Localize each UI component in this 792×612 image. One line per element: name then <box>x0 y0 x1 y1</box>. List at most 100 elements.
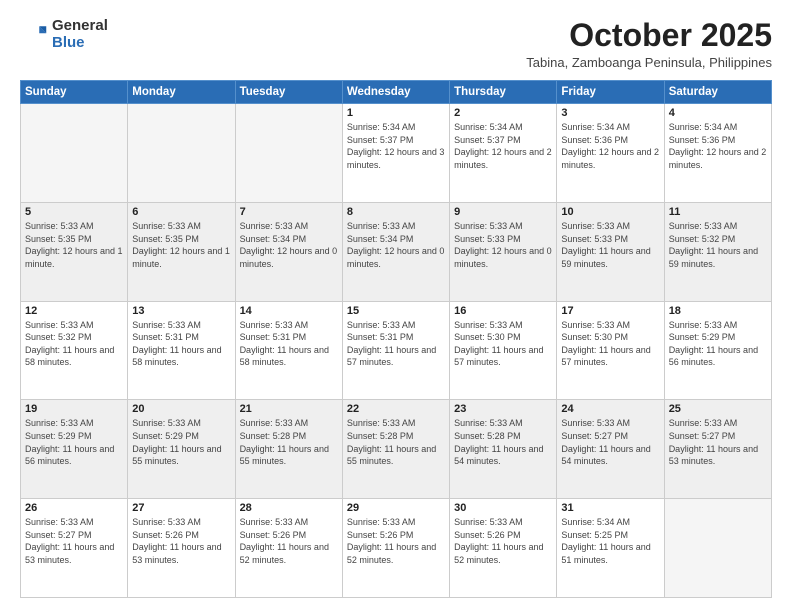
calendar-col-header: Wednesday <box>342 81 449 104</box>
day-number: 31 <box>561 502 659 514</box>
logo-general-text: General <box>52 18 108 35</box>
logo-text: General Blue <box>52 18 108 51</box>
calendar-cell: 8 Sunrise: 5:33 AM Sunset: 5:34 PM Daylig… <box>342 202 449 301</box>
calendar-col-header: Saturday <box>664 81 771 104</box>
calendar-col-header: Tuesday <box>235 81 342 104</box>
calendar-cell: 9 Sunrise: 5:33 AM Sunset: 5:33 PM Daylig… <box>450 202 557 301</box>
day-number: 23 <box>454 403 552 415</box>
day-number: 13 <box>132 305 230 317</box>
day-info: Sunrise: 5:34 AM Sunset: 5:36 PM Dayligh… <box>669 121 767 171</box>
calendar-cell: 24Sunrise: 5:33 AM Sunset: 5:27 PM Dayli… <box>557 400 664 499</box>
calendar-cell: 20 Sunrise: 5:33 AM Sunset: 5:29 PM Dayli… <box>128 400 235 499</box>
calendar-cell: 27 Sunrise: 5:33 AM Sunset: 5:26 PM Dayli… <box>128 499 235 598</box>
calendar-cell: 31 Sunrise: 5:34 AM Sunset: 5:25 PM Dayli… <box>557 499 664 598</box>
calendar-cell: 7 Sunrise: 5:33 AM Sunset: 5:34 PM Daylig… <box>235 202 342 301</box>
calendar-cell: 14Sunrise: 5:33 AM Sunset: 5:31 PM Dayli… <box>235 301 342 400</box>
calendar-week-row: 5 Sunrise: 5:33 AM Sunset: 5:35 PM Daylig… <box>21 202 772 301</box>
day-info: Sunrise: 5:34 AM Sunset: 5:36 PM Dayligh… <box>561 121 659 171</box>
calendar-week-row: 12Sunrise: 5:33 AM Sunset: 5:32 PM Dayli… <box>21 301 772 400</box>
day-info: Sunrise: 5:33 AM Sunset: 5:27 PM Dayligh… <box>25 516 123 566</box>
day-info: Sunrise: 5:33 AM Sunset: 5:26 PM Dayligh… <box>132 516 230 566</box>
title-area: October 2025 Tabina, Zamboanga Peninsula… <box>526 18 772 70</box>
calendar-col-header: Friday <box>557 81 664 104</box>
calendar-cell: 2 Sunrise: 5:34 AM Sunset: 5:37 PM Daylig… <box>450 104 557 203</box>
day-number: 27 <box>132 502 230 514</box>
calendar-cell: 29Sunrise: 5:33 AM Sunset: 5:26 PM Dayli… <box>342 499 449 598</box>
calendar-header-row: SundayMondayTuesdayWednesdayThursdayFrid… <box>21 81 772 104</box>
day-number: 29 <box>347 502 445 514</box>
calendar-cell: 22 Sunrise: 5:33 AM Sunset: 5:28 PM Dayli… <box>342 400 449 499</box>
day-info: Sunrise: 5:33 AM Sunset: 5:28 PM Dayligh… <box>240 417 338 467</box>
day-number: 3 <box>561 107 659 119</box>
day-info: Sunrise: 5:34 AM Sunset: 5:37 PM Dayligh… <box>347 121 445 171</box>
calendar-cell: 30 Sunrise: 5:33 AM Sunset: 5:26 PM Dayli… <box>450 499 557 598</box>
day-number: 8 <box>347 206 445 218</box>
calendar-week-row: 26Sunrise: 5:33 AM Sunset: 5:27 PM Dayli… <box>21 499 772 598</box>
calendar-cell: 5 Sunrise: 5:33 AM Sunset: 5:35 PM Daylig… <box>21 202 128 301</box>
day-number: 19 <box>25 403 123 415</box>
calendar-cell <box>21 104 128 203</box>
day-number: 7 <box>240 206 338 218</box>
day-number: 18 <box>669 305 767 317</box>
day-number: 2 <box>454 107 552 119</box>
day-number: 25 <box>669 403 767 415</box>
day-number: 1 <box>347 107 445 119</box>
day-info: Sunrise: 5:33 AM Sunset: 5:31 PM Dayligh… <box>347 319 445 369</box>
day-info: Sunrise: 5:33 AM Sunset: 5:35 PM Dayligh… <box>25 220 123 270</box>
day-number: 20 <box>132 403 230 415</box>
day-info: Sunrise: 5:33 AM Sunset: 5:33 PM Dayligh… <box>454 220 552 270</box>
calendar-cell: 18 Sunrise: 5:33 AM Sunset: 5:29 PM Dayli… <box>664 301 771 400</box>
day-info: Sunrise: 5:33 AM Sunset: 5:31 PM Dayligh… <box>132 319 230 369</box>
day-info: Sunrise: 5:33 AM Sunset: 5:31 PM Dayligh… <box>240 319 338 369</box>
calendar-week-row: 1 Sunrise: 5:34 AM Sunset: 5:37 PM Daylig… <box>21 104 772 203</box>
day-info: Sunrise: 5:34 AM Sunset: 5:37 PM Dayligh… <box>454 121 552 171</box>
day-info: Sunrise: 5:33 AM Sunset: 5:35 PM Dayligh… <box>132 220 230 270</box>
day-number: 22 <box>347 403 445 415</box>
calendar-cell: 16 Sunrise: 5:33 AM Sunset: 5:30 PM Dayli… <box>450 301 557 400</box>
header: General Blue October 2025 Tabina, Zamboa… <box>20 18 772 70</box>
calendar-cell <box>128 104 235 203</box>
calendar-col-header: Sunday <box>21 81 128 104</box>
day-number: 9 <box>454 206 552 218</box>
calendar-cell: 10 Sunrise: 5:33 AM Sunset: 5:33 PM Dayli… <box>557 202 664 301</box>
day-info: Sunrise: 5:33 AM Sunset: 5:29 PM Dayligh… <box>25 417 123 467</box>
calendar-cell: 19 Sunrise: 5:33 AM Sunset: 5:29 PM Dayli… <box>21 400 128 499</box>
day-info: Sunrise: 5:34 AM Sunset: 5:25 PM Dayligh… <box>561 516 659 566</box>
calendar-cell: 4 Sunrise: 5:34 AM Sunset: 5:36 PM Daylig… <box>664 104 771 203</box>
calendar-cell: 13 Sunrise: 5:33 AM Sunset: 5:31 PM Dayli… <box>128 301 235 400</box>
day-info: Sunrise: 5:33 AM Sunset: 5:30 PM Dayligh… <box>454 319 552 369</box>
day-number: 5 <box>25 206 123 218</box>
day-number: 21 <box>240 403 338 415</box>
day-number: 4 <box>669 107 767 119</box>
day-info: Sunrise: 5:33 AM Sunset: 5:29 PM Dayligh… <box>669 319 767 369</box>
calendar-cell: 23Sunrise: 5:33 AM Sunset: 5:28 PM Dayli… <box>450 400 557 499</box>
calendar-cell: 25 Sunrise: 5:33 AM Sunset: 5:27 PM Dayli… <box>664 400 771 499</box>
day-number: 17 <box>561 305 659 317</box>
logo-blue-text: Blue <box>52 35 108 52</box>
day-info: Sunrise: 5:33 AM Sunset: 5:26 PM Dayligh… <box>240 516 338 566</box>
day-info: Sunrise: 5:33 AM Sunset: 5:28 PM Dayligh… <box>347 417 445 467</box>
calendar-cell: 15 Sunrise: 5:33 AM Sunset: 5:31 PM Dayli… <box>342 301 449 400</box>
day-number: 6 <box>132 206 230 218</box>
calendar-cell: 3 Sunrise: 5:34 AM Sunset: 5:36 PM Daylig… <box>557 104 664 203</box>
day-info: Sunrise: 5:33 AM Sunset: 5:26 PM Dayligh… <box>454 516 552 566</box>
day-info: Sunrise: 5:33 AM Sunset: 5:32 PM Dayligh… <box>25 319 123 369</box>
day-info: Sunrise: 5:33 AM Sunset: 5:30 PM Dayligh… <box>561 319 659 369</box>
day-info: Sunrise: 5:33 AM Sunset: 5:29 PM Dayligh… <box>132 417 230 467</box>
day-info: Sunrise: 5:33 AM Sunset: 5:27 PM Dayligh… <box>561 417 659 467</box>
day-info: Sunrise: 5:33 AM Sunset: 5:34 PM Dayligh… <box>347 220 445 270</box>
calendar-cell: 11Sunrise: 5:33 AM Sunset: 5:32 PM Dayli… <box>664 202 771 301</box>
day-number: 10 <box>561 206 659 218</box>
day-info: Sunrise: 5:33 AM Sunset: 5:34 PM Dayligh… <box>240 220 338 270</box>
day-info: Sunrise: 5:33 AM Sunset: 5:33 PM Dayligh… <box>561 220 659 270</box>
day-number: 15 <box>347 305 445 317</box>
day-number: 30 <box>454 502 552 514</box>
calendar-cell: 26Sunrise: 5:33 AM Sunset: 5:27 PM Dayli… <box>21 499 128 598</box>
calendar-week-row: 19 Sunrise: 5:33 AM Sunset: 5:29 PM Dayli… <box>21 400 772 499</box>
calendar-table: SundayMondayTuesdayWednesdayThursdayFrid… <box>20 80 772 598</box>
day-info: Sunrise: 5:33 AM Sunset: 5:27 PM Dayligh… <box>669 417 767 467</box>
calendar-cell: 12Sunrise: 5:33 AM Sunset: 5:32 PM Dayli… <box>21 301 128 400</box>
calendar-cell: 6 Sunrise: 5:33 AM Sunset: 5:35 PM Daylig… <box>128 202 235 301</box>
calendar-cell: 1 Sunrise: 5:34 AM Sunset: 5:37 PM Daylig… <box>342 104 449 203</box>
day-number: 16 <box>454 305 552 317</box>
